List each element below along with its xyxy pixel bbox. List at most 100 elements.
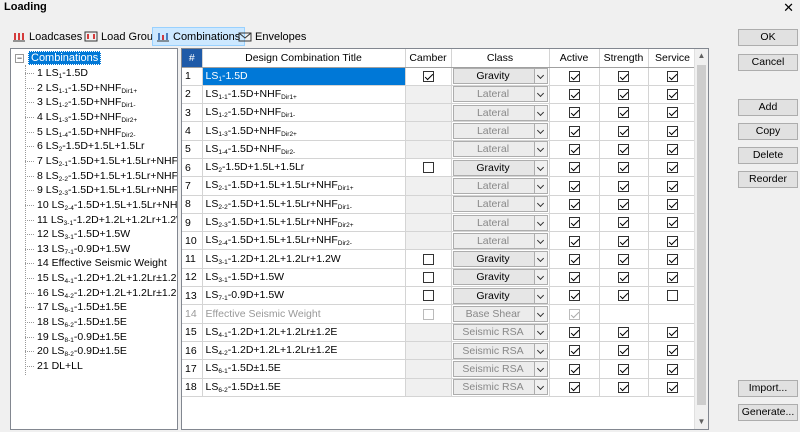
table-row[interactable]: 2 LS1-1-1.5D+NHFDir1+ Lateral [182,85,698,105]
combination-title-cell[interactable]: LS2-4-1.5D+1.5L+1.5Lr+NHFDir2- [202,231,406,251]
camber-checkbox[interactable] [422,162,434,174]
strength-cell[interactable] [599,140,649,159]
camber-cell[interactable] [405,323,452,342]
class-dropdown[interactable]: Base Shear [452,306,548,322]
strength-checkbox[interactable] [618,144,629,156]
column-header-number[interactable]: # [182,49,203,68]
service-cell[interactable] [648,249,698,269]
table-row[interactable]: 14 Effective Seismic Weight Base Shear [182,304,698,324]
service-cell[interactable] [648,268,698,288]
class-cell[interactable]: Seismic RSA [451,359,550,379]
table-row[interactable]: 10 LS2-4-1.5D+1.5L+1.5Lr+NHFDir2- Lateral [182,231,698,251]
table-row[interactable]: 6 LS2-1.5D+1.5L+1.5Lr Gravity [182,158,698,178]
table-row[interactable]: 1 LS1-1.5D Gravity [182,67,698,86]
active-checkbox[interactable] [568,272,580,284]
class-cell[interactable]: Lateral [451,140,550,159]
class-dropdown[interactable]: Lateral [452,232,548,249]
camber-cell[interactable] [405,378,452,397]
camber-cell[interactable] [405,359,452,379]
active-cell[interactable] [549,213,600,233]
combination-title-cell[interactable]: LS6-2-1.5D±1.5E [202,378,406,397]
combination-title-cell[interactable]: LS4-1-1.2D+1.2L+1.2Lr±1.2E [202,323,406,342]
strength-cell[interactable] [599,176,649,196]
service-checkbox[interactable] [667,381,678,393]
camber-cell[interactable] [405,341,452,361]
tree-item[interactable]: 20 LS8-2-0.9D±1.5E [25,345,127,358]
strength-checkbox[interactable] [618,89,629,101]
combination-title-cell[interactable]: LS1-4-1.5D+NHFDir2- [202,140,406,159]
active-cell[interactable] [549,195,600,214]
column-header-active[interactable]: Active [549,49,600,68]
class-dropdown[interactable]: Lateral [452,123,548,140]
active-cell[interactable] [549,268,600,288]
tree-item[interactable]: 12 LS3-1-1.5D+1.5W [24,228,130,241]
service-cell[interactable] [648,286,698,306]
strength-checkbox[interactable] [618,327,629,339]
combinations-tree[interactable]: − Combinations 1 LS1-1.5D 2 LS1-1-1.5D+NHF… [10,48,178,430]
strength-checkbox[interactable] [618,162,629,174]
camber-cell[interactable] [405,140,452,159]
camber-checkbox[interactable] [422,70,434,82]
camber-cell[interactable] [405,268,452,288]
strength-cell[interactable] [599,85,649,105]
table-row[interactable]: 5 LS1-4-1.5D+NHFDir2- Lateral [182,140,698,159]
service-checkbox[interactable] [667,89,678,101]
class-cell[interactable]: Lateral [451,213,550,233]
tree-item[interactable]: 7 LS2-1-1.5D+1.5L+1.5Lr+NHFDi [24,155,177,168]
combination-title-cell[interactable]: LS2-1.5D+1.5L+1.5Lr [202,158,406,178]
strength-cell[interactable] [599,158,649,178]
class-dropdown[interactable]: Gravity [452,159,548,176]
service-cell[interactable] [648,85,698,105]
service-cell[interactable] [648,231,698,251]
service-checkbox[interactable] [667,217,678,229]
strength-cell[interactable] [599,121,649,141]
class-dropdown[interactable]: Lateral [452,141,548,158]
strength-checkbox[interactable] [618,180,629,192]
column-header-class[interactable]: Class [451,49,550,68]
class-cell[interactable]: Lateral [451,176,550,196]
class-dropdown[interactable]: Gravity [452,251,548,268]
service-cell[interactable] [648,103,698,123]
active-checkbox[interactable] [568,290,580,302]
strength-checkbox[interactable] [618,198,629,210]
service-checkbox[interactable] [667,144,678,156]
chevron-down-icon[interactable] [533,160,547,175]
collapse-icon[interactable]: − [15,53,24,63]
tree-item[interactable]: 2 LS1-1-1.5D+NHFDir1+ [24,82,137,95]
service-checkbox[interactable] [667,253,678,265]
strength-checkbox[interactable] [618,235,629,247]
service-cell[interactable] [648,359,698,379]
active-cell[interactable] [549,158,600,178]
strength-cell[interactable] [599,249,649,269]
combinations-grid[interactable]: # Design Combination Title Camber Class … [181,48,709,430]
camber-cell[interactable] [405,286,452,306]
camber-checkbox[interactable] [422,253,434,265]
active-checkbox[interactable] [568,89,580,101]
tree-item[interactable]: 16 LS4-2-1.2D+1.2L+1.2Lr±1.2E [25,287,177,300]
import-button[interactable]: Import... [738,380,798,397]
chevron-down-icon[interactable] [533,325,547,340]
class-dropdown[interactable]: Gravity [452,287,548,304]
chevron-down-icon[interactable] [533,307,547,321]
chevron-down-icon[interactable] [533,124,547,139]
combination-title-cell[interactable]: LS1-1.5D [202,67,406,86]
active-checkbox[interactable] [568,327,580,339]
active-cell[interactable] [549,286,600,306]
service-checkbox[interactable] [667,198,678,210]
camber-checkbox[interactable] [422,290,434,302]
active-checkbox[interactable] [568,107,580,119]
tree-item[interactable]: 14 Effective Seismic Weight [25,257,167,270]
camber-checkbox[interactable] [422,272,434,284]
strength-checkbox[interactable] [618,253,629,265]
active-cell[interactable] [549,323,600,342]
service-cell[interactable] [648,176,698,196]
active-checkbox[interactable] [568,144,580,156]
class-dropdown[interactable]: Seismic RSA [452,379,548,396]
strength-cell[interactable] [599,286,649,306]
chevron-down-icon[interactable] [533,233,547,248]
table-row[interactable]: 4 LS1-3-1.5D+NHFDir2+ Lateral [182,121,698,141]
tree-item[interactable]: 15 LS4-1-1.2D+1.2L+1.2Lr±1.2E [25,272,177,285]
strength-cell[interactable] [599,213,649,233]
camber-cell[interactable] [405,103,452,123]
class-cell[interactable]: Seismic RSA [451,341,550,361]
